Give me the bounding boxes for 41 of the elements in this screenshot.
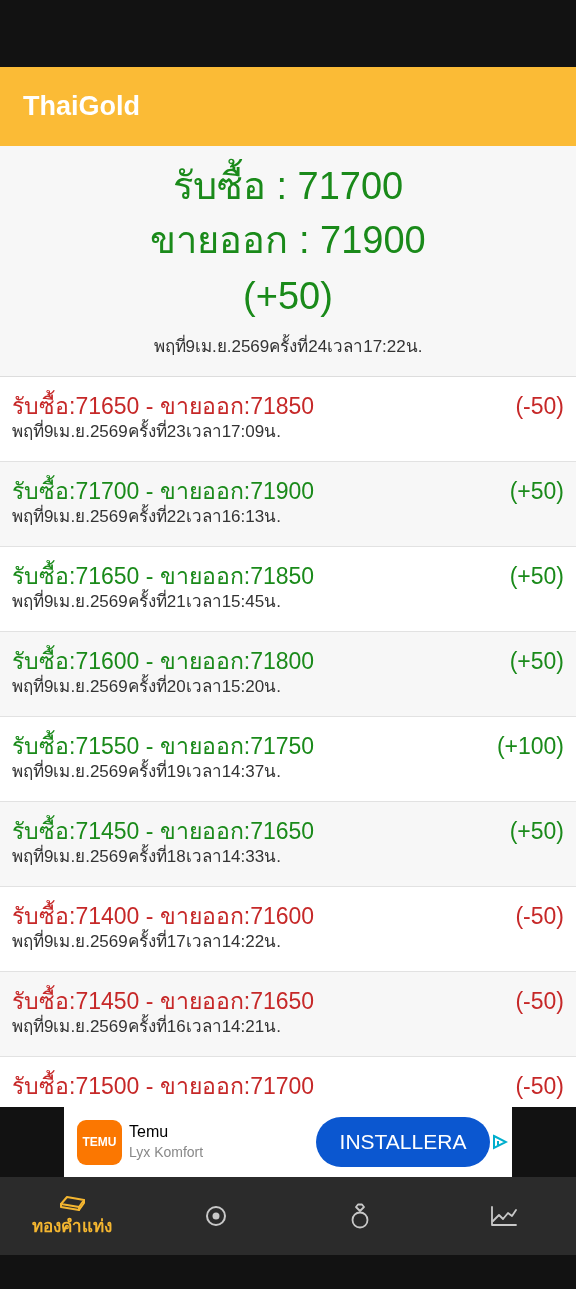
install-button[interactable]: INSTALLERA: [316, 1117, 490, 1167]
price-change: (+50): [509, 562, 564, 591]
history-row[interactable]: รับซื้อ:71650 - ขายออก:71850 (+50) พฤที่9เม.ย.2569ครั้งที่21เวลา15:45น.: [0, 547, 576, 632]
row-timestamp: พฤที่9เม.ย.2569ครั้งที่20เวลา15:20น.: [12, 676, 564, 698]
nav-tab[interactable]: ทองคำแท่ง: [0, 1177, 144, 1255]
row-timestamp: พฤที่9เม.ย.2569ครั้งที่21เวลา15:45น.: [12, 591, 564, 613]
target-icon: [204, 1204, 228, 1228]
ad-subtitle: Lyx Komfort: [129, 1143, 205, 1162]
logo-text: TEMU: [82, 1134, 117, 1151]
price-change: (+50): [509, 477, 564, 506]
history-row[interactable]: รับซื้อ:71600 - ขายออก:71800 (+50) พฤที่9เม.ย.2569ครั้งที่20เวลา15:20น.: [0, 632, 576, 717]
row-timestamp: พฤที่9เม.ย.2569ครั้งที่16เวลา14:21น.: [12, 1016, 564, 1038]
app-title: ThaiGold: [23, 90, 140, 124]
chart-icon: [490, 1205, 518, 1227]
row-timestamp: พฤที่9เม.ย.2569ครั้งที่17เวลา14:22น.: [12, 931, 564, 953]
price-change: (-50): [515, 1072, 564, 1101]
history-row[interactable]: รับซื้อ:71550 - ขายออก:71750 (+100) พฤที่9เม.ย.2569ครั้งที่19เวลา14:37น.: [0, 717, 576, 802]
ad-choices-icon[interactable]: [492, 1134, 508, 1150]
history-row[interactable]: รับซื้อ:71450 - ขายออก:71650 (+50) พฤที่9เม.ย.2569ครั้งที่18เวลา14:33น.: [0, 802, 576, 887]
price-change: (+50): [509, 647, 564, 676]
ad-app-name: Temu: [129, 1122, 170, 1142]
row-timestamp: พฤที่9เม.ย.2569ครั้งที่22เวลา16:13น.: [12, 506, 564, 528]
history-row[interactable]: รับซื้อ:71700 - ขายออก:71900 (+50) พฤที่9เม.ย.2569ครั้งที่22เวลา16:13น.: [0, 462, 576, 547]
row-timestamp: พฤที่9เม.ย.2569ครั้งที่23เวลา17:09น.: [12, 421, 564, 443]
history-row[interactable]: รับซื้อ:71450 - ขายออก:71650 (-50) พฤที่9เม.ย.2569ครั้งที่16เวลา14:21น.: [0, 972, 576, 1057]
price-change: (+50): [243, 274, 333, 319]
price-change: (+100): [496, 732, 564, 761]
row-timestamp: พฤที่9เม.ย.2569ครั้งที่19เวลา14:37น.: [12, 761, 564, 783]
price-change: (+50): [509, 817, 564, 846]
price-change: (-50): [515, 987, 564, 1016]
sell-price: ขายออก : 71900: [150, 218, 426, 263]
price-change: (-50): [515, 392, 564, 421]
row-timestamp: พฤที่9เม.ย.2569ครั้งที่18เวลา14:33น.: [12, 846, 564, 868]
price-pair: รับซื้อ:71500 - ขายออก:71700: [12, 1071, 315, 1101]
price-change: (-50): [515, 902, 564, 931]
buy-price: รับซื้อ : 71700: [172, 160, 404, 212]
history-row[interactable]: รับซื้อ:71500 - ขายออก:71700 (-50): [0, 1057, 576, 1107]
ring-icon: [349, 1203, 371, 1229]
history-row[interactable]: รับซื้อ:71650 - ขายออก:71850 (-50) พฤที่9เม.ย.2569ครั้งที่23เวลา17:09น.: [0, 377, 576, 462]
update-timestamp: พฤที่9เม.ย.2569ครั้งที่24เวลา17:22น.: [153, 334, 423, 360]
history-row[interactable]: รับซื้อ:71400 - ขายออก:71600 (-50) พฤที่9เม.ย.2569ครั้งที่17เวลา14:22น.: [0, 887, 576, 972]
